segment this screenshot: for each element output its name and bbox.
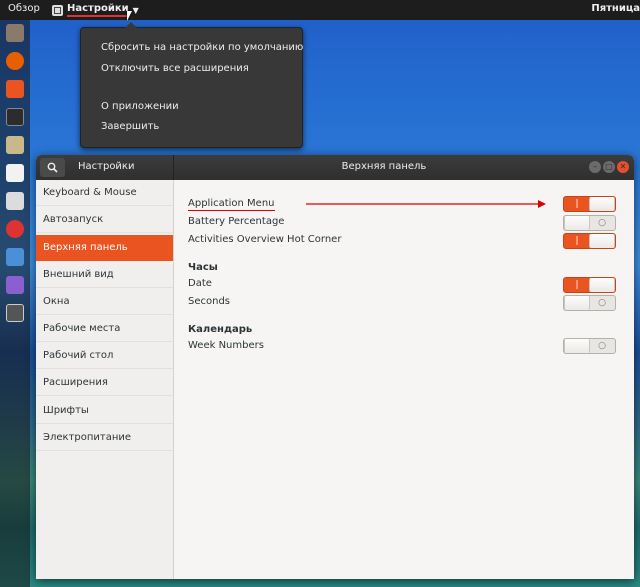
close-icon: ✕	[619, 162, 627, 171]
software-center-icon[interactable]	[6, 80, 24, 98]
chevron-down-icon: ▼	[132, 5, 139, 15]
sidebar-item-fonts[interactable]: Шрифты	[36, 398, 173, 424]
switch-on-icon: |	[575, 199, 579, 209]
sidebar: Keyboard & Mouse Автозапуск Верхняя пане…	[36, 180, 174, 579]
switch-on-icon: |	[575, 280, 579, 290]
sidebar-item-windows[interactable]: Окна	[36, 289, 173, 315]
window-title: Верхняя панель	[341, 161, 427, 172]
search-icon	[47, 162, 58, 173]
switch-knob	[564, 296, 590, 310]
switch-knob	[564, 216, 590, 230]
settings-panel: Application Menu | Battery Percentage ○ …	[174, 180, 634, 579]
row-label-seconds: Seconds	[188, 296, 231, 307]
search-button[interactable]	[40, 158, 65, 177]
image-viewer-icon[interactable]	[6, 276, 24, 294]
camera-icon[interactable]	[6, 192, 24, 210]
row-label-hot-corner: Activities Overview Hot Corner	[188, 234, 342, 245]
row-label-battery-percentage: Battery Percentage	[188, 216, 285, 227]
maximize-button[interactable]: □	[603, 161, 615, 173]
switch-off-icon: ○	[598, 298, 606, 308]
date-switch[interactable]: |	[563, 277, 616, 293]
section-title-calendar: Календарь	[188, 324, 253, 335]
switch-off-icon: ○	[598, 341, 606, 351]
menu-item-about[interactable]: О приложении	[101, 101, 179, 112]
tweaks-window: Настройки Верхняя панель – □ ✕ Keyboard …	[36, 155, 634, 579]
app-menu-popup: Сбросить на настройки по умолчанию Отклю…	[80, 22, 303, 148]
row-label-week-numbers: Week Numbers	[188, 340, 264, 351]
battery-percentage-switch[interactable]: ○	[563, 215, 616, 231]
header-bar: Настройки Верхняя панель – □ ✕	[36, 155, 634, 180]
switch-knob	[589, 234, 615, 248]
switch-off-icon: ○	[598, 218, 606, 228]
clock[interactable]: Пятница	[591, 3, 640, 14]
switch-knob	[589, 197, 615, 211]
settings-app-icon	[52, 4, 63, 16]
menu-item-disable-extensions[interactable]: Отключить все расширения	[101, 63, 249, 74]
annotation-arrow-icon	[306, 200, 546, 208]
sidebar-item-power[interactable]: Электропитание	[36, 425, 173, 451]
menu-item-quit[interactable]: Завершить	[101, 121, 159, 132]
dock	[0, 20, 30, 587]
sidebar-title: Настройки	[78, 161, 135, 172]
close-button[interactable]: ✕	[617, 161, 629, 173]
terminal-icon[interactable]	[6, 108, 24, 126]
section-title-clock: Часы	[188, 262, 218, 273]
top-panel: Обзор Настройки ▼ Пятница	[0, 0, 640, 20]
settings-gear-icon[interactable]	[6, 220, 24, 238]
tweaks-app-icon[interactable]	[6, 304, 24, 322]
week-numbers-switch[interactable]: ○	[563, 338, 616, 354]
activities-button[interactable]: Обзор	[8, 3, 40, 14]
files-icon[interactable]	[6, 24, 24, 42]
mouse-cursor-icon	[127, 11, 132, 21]
row-label-date: Date	[188, 278, 212, 289]
minimize-icon: –	[593, 162, 597, 171]
sidebar-item-appearance[interactable]: Внешний вид	[36, 262, 173, 288]
application-menu-switch[interactable]: |	[563, 196, 616, 212]
switch-on-icon: |	[575, 236, 579, 246]
sidebar-item-top-bar[interactable]: Верхняя панель	[36, 235, 173, 261]
sidebar-item-startup[interactable]: Автозапуск	[36, 207, 173, 233]
hot-corner-switch[interactable]: |	[563, 233, 616, 249]
app-menu-button[interactable]: Настройки ▼	[52, 2, 139, 18]
switch-knob	[564, 339, 590, 353]
app-menu-label: Настройки	[67, 3, 129, 17]
sidebar-item-desktop[interactable]: Рабочий стол	[36, 343, 173, 369]
annotation-underline: Application Menu	[188, 198, 275, 211]
maximize-icon: □	[605, 162, 613, 171]
sidebar-item-keyboard-mouse[interactable]: Keyboard & Mouse	[36, 180, 173, 206]
firefox-icon[interactable]	[6, 52, 24, 70]
seconds-switch[interactable]: ○	[563, 295, 616, 311]
text-editor-icon[interactable]	[6, 164, 24, 182]
switch-knob	[589, 278, 615, 292]
row-label-application-menu: Application Menu	[188, 198, 275, 211]
archive-icon[interactable]	[6, 136, 24, 154]
sidebar-item-extensions[interactable]: Расширения	[36, 370, 173, 396]
clock-app-icon[interactable]	[6, 248, 24, 266]
menu-item-reset-defaults[interactable]: Сбросить на настройки по умолчанию	[101, 42, 303, 53]
sidebar-item-workspaces[interactable]: Рабочие места	[36, 316, 173, 342]
minimize-button[interactable]: –	[589, 161, 601, 173]
